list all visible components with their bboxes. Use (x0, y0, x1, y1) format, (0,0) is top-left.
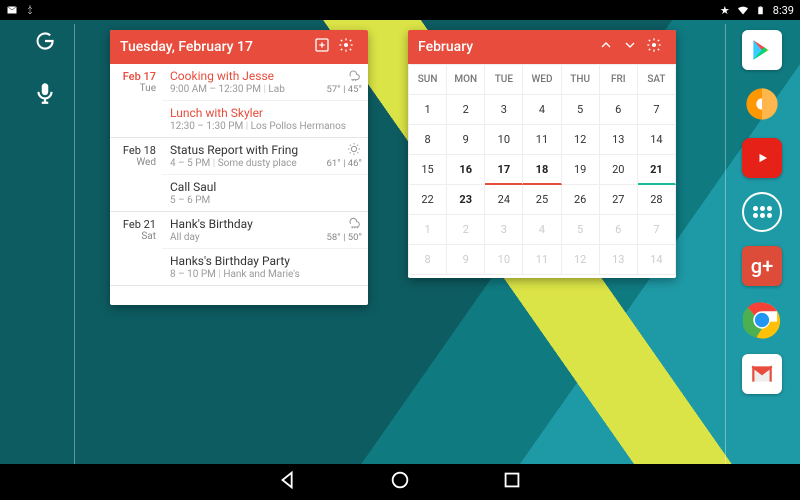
calendar-day[interactable]: 21 (638, 155, 676, 185)
notif-usb-icon (24, 4, 36, 16)
back-button[interactable] (277, 469, 299, 495)
calendar-day[interactable]: 6 (600, 95, 638, 125)
nav-bar (0, 464, 800, 500)
play-store-icon[interactable] (742, 30, 782, 70)
calendar-day[interactable]: 16 (447, 155, 485, 185)
gmail-icon[interactable] (742, 354, 782, 394)
agenda-day: Feb 18WedStatus Report with Fring4 – 5 P… (110, 138, 368, 212)
agenda-date: Feb 17Tue (110, 64, 162, 137)
agenda-title: Tuesday, February 17 (120, 39, 253, 55)
notif-gmail-icon (6, 4, 18, 16)
calendar-day[interactable]: 10 (485, 125, 523, 155)
calendar-day[interactable]: 28 (638, 185, 676, 215)
calendar-day[interactable]: 20 (600, 155, 638, 185)
calendar-day[interactable]: 12 (562, 245, 600, 275)
calendar-day[interactable]: 4 (523, 95, 561, 125)
agenda-event[interactable]: Status Report with Fring4 – 5 PMSome dus… (162, 138, 368, 175)
voice-search-icon[interactable] (32, 80, 58, 110)
calendar-day[interactable]: 11 (523, 125, 561, 155)
chrome-icon[interactable] (742, 300, 782, 340)
calendar-day[interactable]: 8 (409, 245, 447, 275)
agenda-event[interactable]: Lunch with Skyler12:30 – 1:30 PMLos Poll… (162, 101, 368, 137)
add-event-button[interactable] (310, 37, 334, 57)
wifi-icon (737, 4, 749, 16)
calendar-day[interactable]: 3 (485, 95, 523, 125)
calendar-day[interactable]: 24 (485, 185, 523, 215)
calendar-day[interactable]: 9 (447, 125, 485, 155)
calendar-dow: SAT (638, 65, 676, 95)
calendar-day[interactable]: 8 (409, 125, 447, 155)
google-search-icon[interactable] (32, 28, 58, 58)
month-settings-button[interactable] (642, 37, 666, 57)
youtube-icon[interactable] (742, 138, 782, 178)
calendar-day[interactable]: 5 (562, 215, 600, 245)
calendar-dow: THU (562, 65, 600, 95)
calendar-day[interactable]: 18 (523, 155, 561, 185)
next-month-button[interactable] (618, 37, 642, 57)
star-icon: ★ (719, 4, 731, 16)
calendar-dow: TUE (485, 65, 523, 95)
calendar-day[interactable]: 7 (638, 215, 676, 245)
month-header: February (408, 30, 676, 64)
calendar-day[interactable]: 14 (638, 125, 676, 155)
agenda-header: Tuesday, February 17 (110, 30, 368, 64)
calendar-day[interactable]: 11 (523, 245, 561, 275)
calendar-day[interactable]: 23 (447, 185, 485, 215)
month-widget[interactable]: February SUNMONTUEWEDTHUFRISAT1234567891… (408, 30, 676, 278)
divider (725, 24, 726, 464)
calendar-day[interactable]: 22 (409, 185, 447, 215)
calendar-day[interactable]: 3 (485, 215, 523, 245)
weather-icon: 58° | 50° (327, 215, 363, 243)
home-button[interactable] (389, 469, 411, 495)
agenda-date: Feb 21Sat (110, 212, 162, 285)
agenda-widget[interactable]: Tuesday, February 17 Feb 17TueCooking wi… (110, 30, 368, 305)
calendar-dow: SUN (409, 65, 447, 95)
calendar-day[interactable]: 13 (600, 125, 638, 155)
month-title: February (418, 39, 473, 55)
clock: 8:39 (773, 4, 794, 17)
play-music-icon[interactable] (742, 84, 782, 124)
calendar-day[interactable]: 12 (562, 125, 600, 155)
calendar-day[interactable]: 14 (638, 245, 676, 275)
recents-button[interactable] (501, 469, 523, 495)
calendar-day[interactable]: 7 (638, 95, 676, 125)
calendar-day[interactable]: 5 (562, 95, 600, 125)
agenda-settings-button[interactable] (334, 37, 358, 57)
calendar-day[interactable]: 4 (523, 215, 561, 245)
prev-month-button[interactable] (594, 37, 618, 57)
calendar-day[interactable]: 15 (409, 155, 447, 185)
home-screen: ★ 8:39 Tuesday, February 17 (0, 0, 800, 500)
calendar-day[interactable]: 1 (409, 95, 447, 125)
calendar-day[interactable]: 19 (562, 155, 600, 185)
calendar-day[interactable]: 10 (485, 245, 523, 275)
calendar-day[interactable]: 26 (562, 185, 600, 215)
calendar-dow: MON (447, 65, 485, 95)
agenda-day: Feb 21SatHank's BirthdayAll day58° | 50°… (110, 212, 368, 286)
calendar-day[interactable]: 2 (447, 215, 485, 245)
app-dock: g+ (738, 30, 786, 394)
calendar-day[interactable]: 27 (600, 185, 638, 215)
agenda-event[interactable]: Hank's BirthdayAll day58° | 50° (162, 212, 368, 249)
app-drawer-button[interactable] (742, 192, 782, 232)
divider (74, 24, 75, 464)
agenda-day: Feb 17TueCooking with Jesse9:00 AM – 12:… (110, 64, 368, 138)
weather-icon: 57° | 45° (327, 67, 363, 95)
calendar-day[interactable]: 25 (523, 185, 561, 215)
agenda-date: Feb 18Wed (110, 138, 162, 211)
weather-icon: 61° | 46° (327, 141, 363, 169)
calendar-day[interactable]: 1 (409, 215, 447, 245)
calendar-day[interactable]: 2 (447, 95, 485, 125)
calendar-day[interactable]: 13 (600, 245, 638, 275)
calendar-dow: WED (523, 65, 561, 95)
status-bar: ★ 8:39 (0, 0, 800, 20)
calendar-day[interactable]: 6 (600, 215, 638, 245)
battery-icon (755, 4, 767, 16)
agenda-event[interactable]: Hanks's Birthday Party8 – 10 PMHank and … (162, 249, 368, 285)
agenda-event[interactable]: Cooking with Jesse9:00 AM – 12:30 PMLab5… (162, 64, 368, 101)
calendar-day[interactable]: 17 (485, 155, 523, 185)
calendar-day[interactable]: 9 (447, 245, 485, 275)
google-plus-icon[interactable]: g+ (742, 246, 782, 286)
calendar-dow: FRI (600, 65, 638, 95)
agenda-event[interactable]: Call Saul5 – 6 PM (162, 175, 368, 211)
